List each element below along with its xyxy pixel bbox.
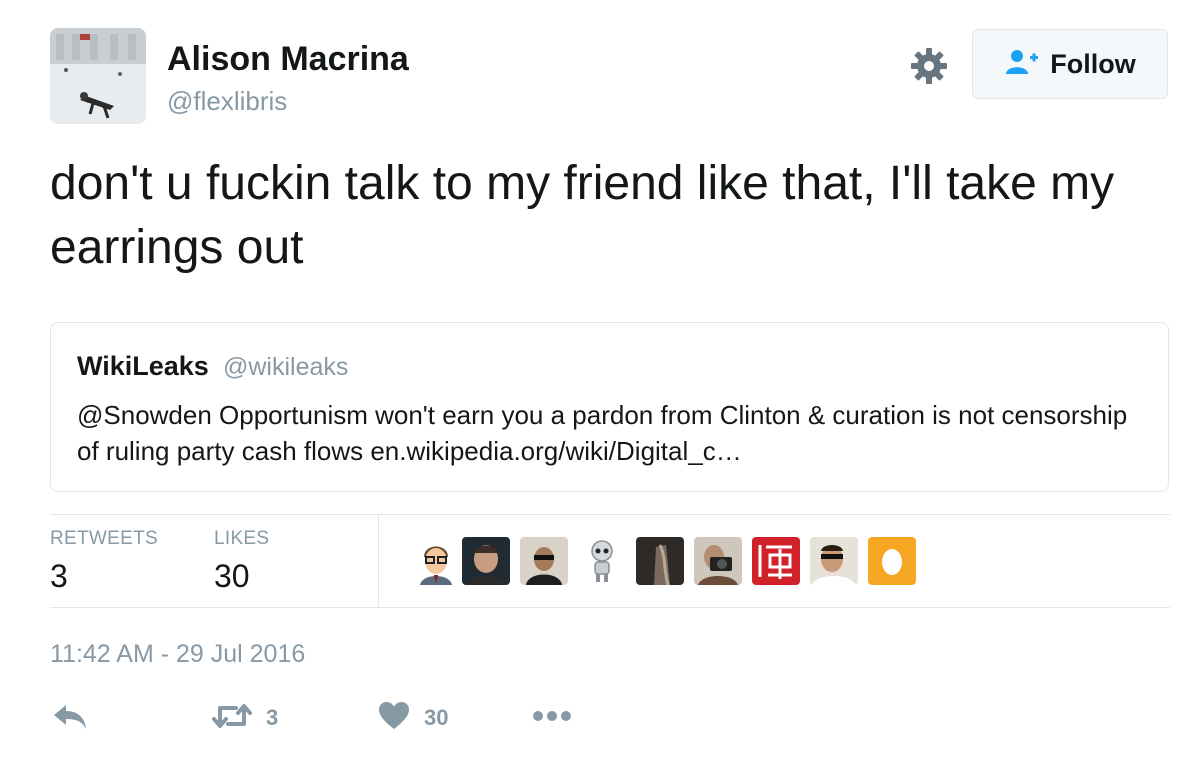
likes-stat[interactable]: LIKES 30 <box>214 528 269 595</box>
follow-button[interactable]: Follow <box>972 29 1168 99</box>
quoted-tweet[interactable]: WikiLeaks @wikileaks @Snowden Opportunis… <box>50 322 1169 492</box>
tweet-timestamp[interactable]: 11:42 AM - 29 Jul 2016 <box>50 640 305 669</box>
author-handle[interactable]: @flexlibris <box>167 86 287 117</box>
liker-avatar-camera[interactable] <box>694 537 742 585</box>
quoted-tweet-text: @Snowden Opportunism won't earn you a pa… <box>77 400 1128 466</box>
liker-avatar-man-sunglasses[interactable] <box>520 537 568 585</box>
liker-avatar-man-selfie[interactable] <box>810 537 858 585</box>
reply-button[interactable] <box>52 700 88 736</box>
liker-avatar-red-seal[interactable] <box>752 537 800 585</box>
retweet-button[interactable]: 3 <box>212 700 278 736</box>
add-user-icon <box>1004 48 1040 81</box>
author-display-name[interactable]: Alison Macrina <box>167 40 409 79</box>
liker-avatar-default-egg[interactable] <box>868 537 916 585</box>
retweets-label: RETWEETS <box>50 528 158 549</box>
tweet-card: Alison Macrina @flexlibris Follow don't … <box>0 0 1193 773</box>
quoted-author-handle: @wikileaks <box>223 353 349 381</box>
more-button[interactable] <box>532 700 572 736</box>
liker-avatar-man-dark[interactable] <box>462 537 510 585</box>
stats-divider-bottom <box>50 607 1170 608</box>
like-button[interactable]: 30 <box>378 700 448 736</box>
quoted-author-name: WikiLeaks <box>77 351 209 381</box>
stats-vertical-divider <box>378 515 379 607</box>
liker-avatar-robot[interactable] <box>578 537 626 585</box>
heart-icon <box>378 701 410 736</box>
retweets-count: 3 <box>50 558 68 594</box>
follow-label: Follow <box>1050 48 1136 79</box>
liker-avatar-dark-photo[interactable] <box>636 537 684 585</box>
more-dots-icon <box>532 709 572 727</box>
retweet-count: 3 <box>266 705 279 730</box>
liker-avatar-cartoon-glasses[interactable] <box>412 537 460 585</box>
likes-label: LIKES <box>214 528 270 549</box>
reply-icon <box>52 701 88 736</box>
gear-icon[interactable] <box>908 45 950 87</box>
retweets-stat[interactable]: RETWEETS 3 <box>50 528 158 595</box>
tweet-text: don't u fuckin talk to my friend like th… <box>50 157 1115 274</box>
likes-count: 30 <box>214 558 250 594</box>
like-count: 30 <box>424 705 449 730</box>
retweet-icon <box>212 701 252 736</box>
user-avatar[interactable] <box>50 28 146 124</box>
stats-divider-top <box>50 514 1170 515</box>
